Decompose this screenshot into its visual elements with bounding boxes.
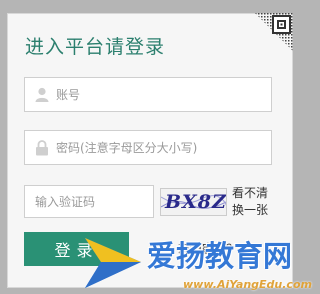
captcha-code: BX8ZX [165,191,227,213]
captcha-image[interactable]: BX8ZX [160,188,227,216]
captcha-placeholder: 输入验证码 [35,195,96,209]
watermark-arrow-icon [85,238,141,288]
watermark-logo: 爱扬教育网 www.AiYangEdu.com [83,230,317,294]
user-icon [34,87,50,103]
lock-icon [34,139,50,156]
account-placeholder: 账号 [56,88,81,102]
password-placeholder: 密码(注意字母区分大小写) [56,141,198,155]
captcha-input[interactable]: 输入验证码 [24,185,154,218]
qr-code-icon [255,13,293,51]
account-field[interactable]: 账号 [24,77,272,112]
password-field[interactable]: 密码(注意字母区分大小写) [24,130,272,165]
login-title: 进入平台请登录 [25,36,166,58]
refresh-captcha-link[interactable]: 看不清换一张 [232,185,274,219]
qr-login-toggle[interactable] [255,13,293,51]
watermark-brand: 爱扬教育网 [147,239,293,273]
watermark-url: www.AiYangEdu.com [183,278,312,291]
